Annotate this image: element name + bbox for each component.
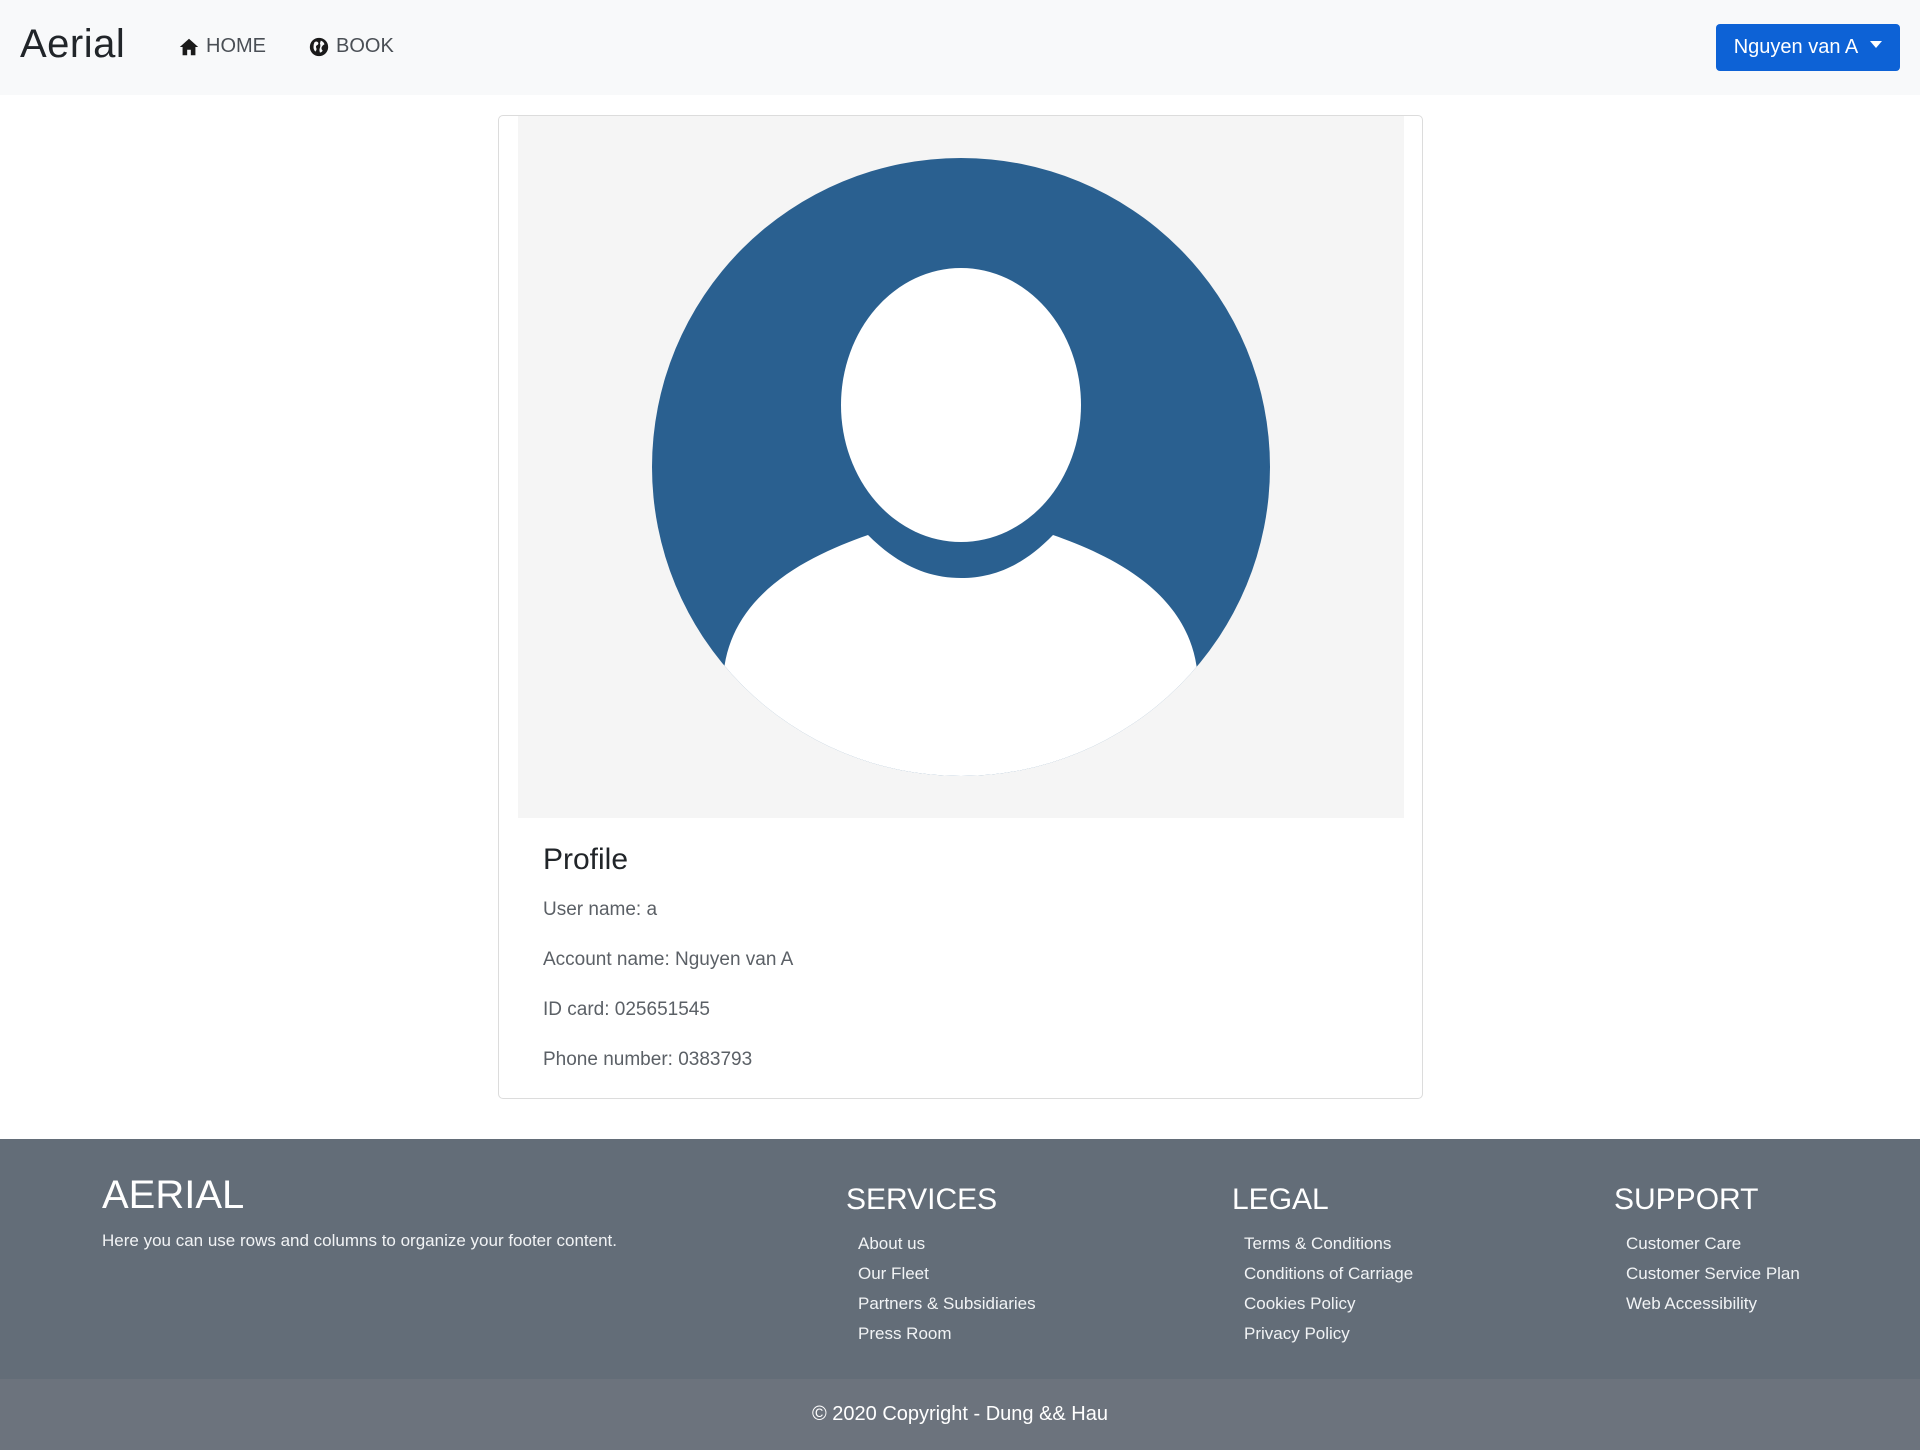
user-avatar-icon xyxy=(652,158,1270,776)
footer-link-about-us[interactable]: About us xyxy=(858,1229,1036,1259)
nav-home-label: HOME xyxy=(206,35,266,57)
nav-book-link[interactable]: BOOK xyxy=(308,35,394,58)
footer-column-title: SUPPORT xyxy=(1614,1183,1759,1216)
globe-icon xyxy=(308,36,330,58)
footer-link-press-room[interactable]: Press Room xyxy=(858,1319,1036,1349)
footer-link-cookies[interactable]: Cookies Policy xyxy=(1244,1289,1413,1319)
nav-home-link[interactable]: HOME xyxy=(178,35,266,58)
navbar: Aerial HOME BOOK Nguyen van A xyxy=(0,0,1920,95)
footer-brand: AERIAL xyxy=(102,1173,245,1217)
home-icon xyxy=(178,36,200,58)
profile-title: Profile xyxy=(543,843,629,876)
id-card-text: ID card: 025651545 xyxy=(543,999,710,1020)
user-menu-label: Nguyen van A xyxy=(1733,36,1859,58)
footer-link-our-fleet[interactable]: Our Fleet xyxy=(858,1259,1036,1289)
footer-column-title: LEGAL xyxy=(1232,1183,1329,1216)
username-text: User name: a xyxy=(543,899,658,920)
footer-link-privacy[interactable]: Privacy Policy xyxy=(1244,1319,1413,1349)
chevron-down-icon xyxy=(1870,41,1883,48)
footer-link-terms[interactable]: Terms & Conditions xyxy=(1244,1229,1413,1259)
nav-book-label: BOOK xyxy=(336,35,394,57)
footer-column-legal: LEGAL Terms & Conditions Conditions of C… xyxy=(1232,1183,1413,1349)
avatar-image-container xyxy=(518,116,1404,818)
footer-link-partners[interactable]: Partners & Subsidiaries xyxy=(858,1289,1036,1319)
footer-column-services: SERVICES About us Our Fleet Partners & S… xyxy=(846,1183,1036,1349)
copyright-bar: © 2020 Copyright - Dung && Hau xyxy=(0,1379,1920,1450)
footer-link-carriage[interactable]: Conditions of Carriage xyxy=(1244,1259,1413,1289)
footer-link-customer-care[interactable]: Customer Care xyxy=(1626,1229,1800,1259)
brand-logo[interactable]: Aerial xyxy=(20,22,125,67)
footer-column-support: SUPPORT Customer Care Customer Service P… xyxy=(1614,1183,1800,1319)
footer-column-title: SERVICES xyxy=(846,1183,998,1216)
profile-card: Profile User name: a Account name: Nguye… xyxy=(498,115,1423,1099)
account-name-text: Account name: Nguyen van A xyxy=(543,949,794,970)
footer-link-service-plan[interactable]: Customer Service Plan xyxy=(1626,1259,1800,1289)
footer: AERIAL Here you can use rows and columns… xyxy=(0,1139,1920,1379)
user-menu-button[interactable]: Nguyen van A xyxy=(1716,24,1900,71)
phone-number-text: Phone number: 0383793 xyxy=(543,1049,753,1070)
footer-link-accessibility[interactable]: Web Accessibility xyxy=(1626,1289,1800,1319)
footer-description: Here you can use rows and columns to org… xyxy=(102,1231,618,1250)
copyright-text: © 2020 Copyright - Dung && Hau xyxy=(811,1403,1108,1425)
